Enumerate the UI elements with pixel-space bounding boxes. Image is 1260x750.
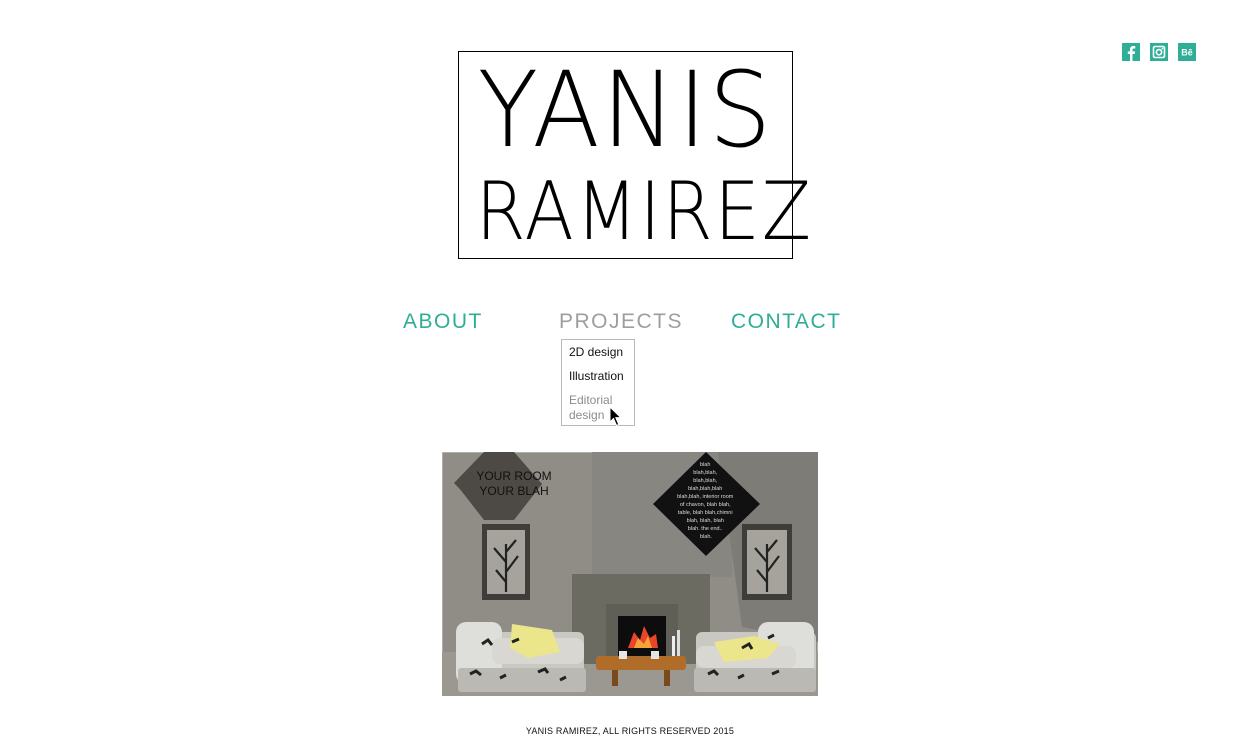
sign-right-line: table, blah blah,chimni [678,510,733,516]
sign-left-line-1: YOUR ROOM [476,469,551,483]
social-links: Bē [1122,43,1196,61]
footer-copyright: YANIS RAMIREZ, ALL RIGHTS RESERVED 2015 [525,726,735,736]
site-logo[interactable]: YANIS RAMIREZ [458,49,813,259]
nav-projects[interactable]: PROJECTS [559,310,683,334]
nav-about[interactable]: ABOUT [403,310,483,334]
dropdown-item-illustration[interactable]: Illustration [569,369,624,383]
sign-right-line: blah. the end.. [688,526,723,532]
sign-right-line: blah. [700,534,712,540]
logo-line-2: RAMIREZ [475,165,813,258]
sign-right-line: blah [700,462,710,468]
logo-line-1: YANIS [477,49,774,171]
mouse-cursor-icon [609,406,623,427]
sign-right-line: of chavon, blah blah, [680,502,731,508]
instagram-icon[interactable] [1150,43,1168,61]
sign-right-line: blah,blah, [693,478,717,484]
svg-text:Bē: Bē [1181,48,1193,58]
sign-right-line: blah, blah, blah [687,518,724,524]
dropdown-item-2d-design[interactable]: 2D design [569,345,623,359]
sign-right-line: blah,blah, interior room [677,494,734,500]
sign-right-line: blah,blah, [693,470,717,476]
sign-left-line-2: YOUR BLAH [479,484,548,498]
sign-right-line: blah,blah,blah [688,486,722,492]
projects-dropdown: 2D design Illustration Editorial design [561,339,635,426]
featured-illustration[interactable]: YOUR ROOM YOUR BLAH blah blah,blah, blah… [442,452,818,696]
behance-icon[interactable]: Bē [1178,43,1196,61]
nav-contact[interactable]: CONTACT [731,310,841,334]
facebook-icon[interactable] [1122,43,1140,61]
